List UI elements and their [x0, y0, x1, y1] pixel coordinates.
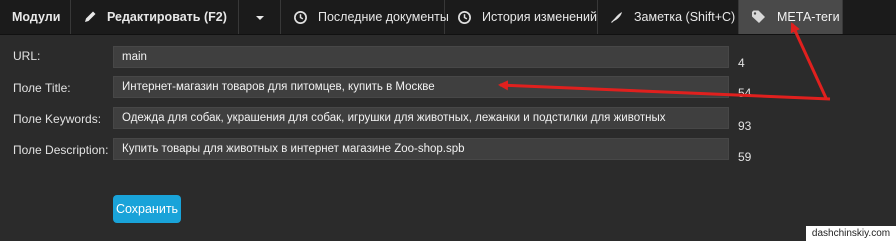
- modules-button[interactable]: Модули: [0, 0, 71, 34]
- meta-tags-label: МЕТА-теги: [777, 10, 840, 24]
- recent-documents-button[interactable]: Последние документы: [281, 0, 449, 34]
- modules-label: Модули: [12, 10, 61, 24]
- description-char-count: 59: [738, 150, 752, 164]
- url-char-count: 4: [738, 56, 745, 70]
- history-icon: [457, 9, 472, 25]
- description-input[interactable]: Купить товары для животных в интернет ма…: [113, 138, 729, 160]
- tag-icon: [751, 9, 767, 25]
- watermark: dashchinskiy.com: [806, 226, 896, 241]
- title-label: Поле Title:: [13, 81, 71, 95]
- keywords-input[interactable]: Одежда для собак, украшения для собак, и…: [113, 107, 729, 129]
- url-label: URL:: [13, 49, 41, 63]
- change-history-label: История изменений: [482, 10, 597, 24]
- edit-dropdown-button[interactable]: [239, 0, 281, 34]
- title-input[interactable]: Интернет-магазин товаров для питомцев, к…: [113, 76, 729, 98]
- note-label: Заметка (Shift+C): [634, 10, 736, 24]
- quill-icon: [610, 9, 624, 25]
- edit-button[interactable]: Редактировать (F2): [71, 0, 239, 34]
- description-label: Поле Description:: [13, 143, 109, 157]
- recent-documents-label: Последние документы: [318, 10, 449, 24]
- caret-down-icon: [255, 10, 265, 24]
- pencil-icon: [83, 9, 97, 25]
- title-char-count: 54: [738, 86, 752, 100]
- note-button[interactable]: Заметка (Shift+C): [598, 0, 739, 34]
- change-history-button[interactable]: История изменений: [445, 0, 598, 34]
- edit-label: Редактировать (F2): [107, 10, 227, 24]
- history-icon: [293, 9, 308, 25]
- keywords-label: Поле Keywords:: [13, 112, 102, 126]
- top-toolbar: Модули Редактировать (F2) Последние доку…: [0, 0, 896, 35]
- save-button[interactable]: Сохранить: [113, 195, 181, 223]
- keywords-char-count: 93: [738, 119, 752, 133]
- tab-meta-tags[interactable]: МЕТА-теги: [739, 0, 843, 34]
- meta-form: URL: main 4 Поле Title: Интернет-магазин…: [0, 34, 896, 241]
- url-input[interactable]: main: [113, 46, 729, 68]
